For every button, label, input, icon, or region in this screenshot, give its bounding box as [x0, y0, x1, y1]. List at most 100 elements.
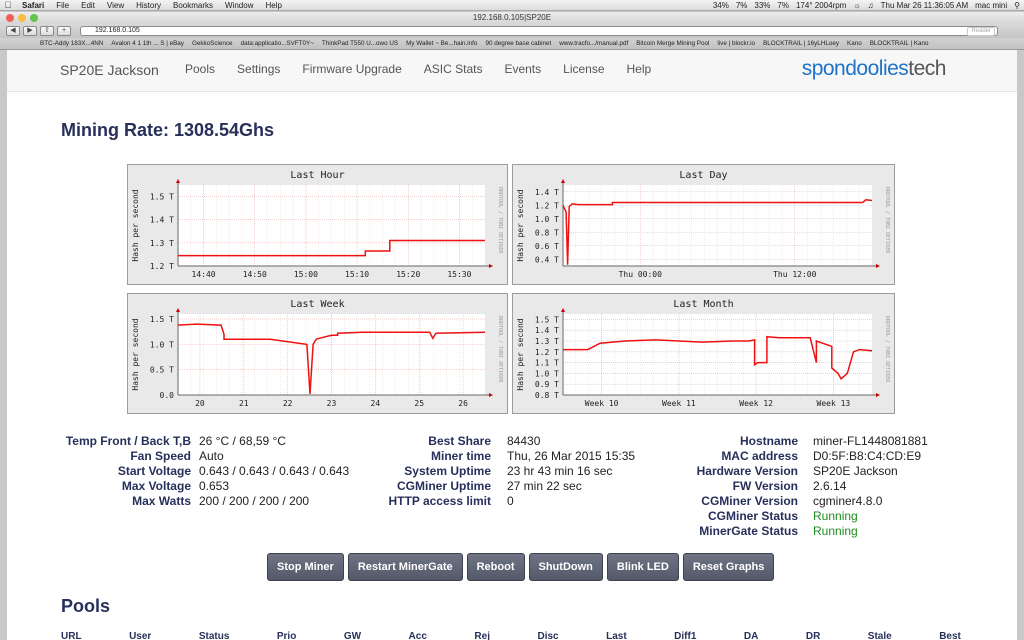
nav-settings[interactable]: Settings — [237, 62, 280, 76]
bookmark-item[interactable]: live | blockr.io — [713, 40, 759, 47]
address-bar[interactable]: 192.168.0.105 Reader — [80, 26, 998, 36]
y-tick-label: 1.4 T — [535, 188, 559, 197]
shutdown-button[interactable]: ShutDown — [528, 553, 603, 581]
menu-file[interactable]: File — [50, 1, 75, 10]
bookmark-item[interactable]: www.tracfo.../manual.pdf — [555, 40, 632, 47]
pools-col-disc: Disc — [537, 631, 559, 640]
bookmark-item[interactable]: BLOCKTRAIL | 16yLHLoey — [759, 40, 843, 47]
nav-asic-stats[interactable]: ASIC Stats — [424, 62, 483, 76]
pools-col-best: Best — [939, 631, 961, 640]
nav-license[interactable]: License — [563, 62, 604, 76]
temp-fan-stat[interactable]: 174° 2004rpm — [796, 1, 846, 10]
graph-last-week: Last Week Hash per second RRDTOOL / TOBI O… — [127, 293, 508, 414]
menu-window[interactable]: Window — [219, 1, 259, 10]
zoom-window-icon[interactable] — [30, 14, 38, 22]
pools-col-prio: Prio — [276, 631, 297, 640]
rrdtool-credit: RRDTOOL / TOBI OETIKER — [884, 187, 890, 254]
brand-link[interactable]: SP20E Jackson — [60, 62, 159, 78]
reset-graphs-button[interactable]: Reset Graphs — [682, 553, 775, 581]
bookmark-item[interactable]: 90 degree base cabinet — [481, 40, 555, 47]
cgminer-version-value: cgminer4.8.0 — [813, 494, 883, 508]
pools-col-user: User — [129, 631, 152, 640]
close-window-icon[interactable] — [6, 14, 14, 22]
minimize-window-icon[interactable] — [18, 14, 26, 22]
y-axis-arrow — [561, 308, 565, 312]
bookmark-item[interactable]: BLOCKTRAIL | Kano — [866, 40, 933, 47]
os-menubar:  Safari File Edit View History Bookmark… — [0, 0, 1024, 11]
bookmark-item[interactable]: ThinkPad T550 U...owo US — [318, 40, 402, 47]
y-tick-label: 1.0 T — [535, 369, 559, 378]
menu-view[interactable]: View — [101, 1, 130, 10]
y-tick-label: 1.2 T — [535, 348, 559, 357]
y-tick-label: 1.3 T — [150, 239, 174, 248]
bookmark-item[interactable]: Bitcoin Merge Mining Pool — [632, 40, 713, 47]
bookmark-item[interactable]: data:applicatio...SVFT0Y~ — [237, 40, 318, 47]
cpu-stat-1[interactable]: 34% — [713, 1, 729, 10]
y-axis-arrow — [176, 308, 180, 312]
start-voltage-value: 0.643 / 0.643 / 0.643 / 0.643 — [199, 464, 350, 478]
graph-svg: Last Hour Hash per second RRDTOOL / TOBI O… — [131, 170, 503, 279]
max-voltage-label: Max Voltage — [121, 479, 191, 493]
control-buttons: Stop Miner Restart MinerGate Reboot Shut… — [267, 553, 775, 581]
x-axis-arrow — [489, 393, 493, 397]
pools-col-gw: GW — [343, 631, 362, 640]
user-name[interactable]: mac mini — [975, 1, 1007, 10]
y-tick-label: 1.1 T — [535, 359, 559, 368]
forward-button[interactable]: ▶ — [23, 26, 37, 36]
menu-help[interactable]: Help — [259, 1, 287, 10]
spondoolies-logo: spondooliestech — [801, 57, 947, 81]
restart-minergate-button[interactable]: Restart MinerGate — [347, 553, 463, 581]
nav-events[interactable]: Events — [504, 62, 541, 76]
cpu-stat-4[interactable]: 7% — [777, 1, 789, 10]
best-share-label: Best Share — [428, 434, 491, 448]
x-tick-label: 14:40 — [192, 270, 216, 279]
bookmark-item[interactable]: Avalon 4 1 1th ... S | eBay — [107, 40, 188, 47]
cpu-stat-3[interactable]: 33% — [754, 1, 770, 10]
graph-title: Last Hour — [290, 170, 344, 181]
volume-icon[interactable]: ♫ — [868, 1, 874, 10]
spotlight-icon[interactable]: ⚲ — [1014, 1, 1020, 10]
back-button[interactable]: ◀ — [6, 26, 20, 36]
bookmark-item[interactable]: GekkoScience — [188, 40, 237, 47]
bookmark-item[interactable]: My Wallet ~ Be...hain.info — [402, 40, 481, 47]
y-tick-label: 0.0 — [160, 391, 175, 400]
share-button[interactable]: ⇧ — [40, 26, 54, 36]
miner-time-label: Miner time — [430, 449, 491, 463]
reboot-button[interactable]: Reboot — [466, 553, 525, 581]
new-tab-button[interactable]: + — [57, 26, 71, 36]
x-tick-label: 14:50 — [243, 270, 267, 279]
url-text[interactable]: 192.168.0.105 — [95, 27, 140, 34]
y-tick-label: 1.5 T — [150, 315, 174, 324]
menu-history[interactable]: History — [130, 1, 167, 10]
stop-miner-button[interactable]: Stop Miner — [267, 553, 344, 581]
web-page: SP20E Jackson Pools Settings Firmware Up… — [7, 50, 1017, 640]
x-tick-label: 15:10 — [345, 270, 369, 279]
blink-led-button[interactable]: Blink LED — [606, 553, 679, 581]
nav-pools[interactable]: Pools — [185, 62, 215, 76]
nav-links: Pools Settings Firmware Upgrade ASIC Sta… — [185, 62, 673, 76]
y-tick-label: 1.0 T — [535, 215, 559, 224]
apple-menu-icon[interactable]:  — [0, 0, 16, 10]
logo-part-1: spondoolies — [801, 57, 909, 80]
nav-help[interactable]: Help — [627, 62, 652, 76]
minergate-status-value: Running — [813, 524, 858, 538]
reader-button[interactable]: Reader — [967, 27, 995, 36]
best-share-value: 84430 — [507, 434, 541, 448]
rrdtool-credit: RRDTOOL / TOBI OETIKER — [497, 187, 503, 254]
bookmark-item[interactable]: BTC-Addy 183X...4NN — [36, 40, 107, 47]
start-voltage-label: Start Voltage — [117, 464, 191, 478]
y-tick-label: 0.8 T — [535, 391, 559, 400]
bookmark-item[interactable]: Kano — [843, 40, 866, 47]
x-axis-arrow — [876, 393, 880, 397]
cpu-stat-2[interactable]: 7% — [736, 1, 748, 10]
nav-firmware-upgrade[interactable]: Firmware Upgrade — [302, 62, 401, 76]
clock[interactable]: Thu Mar 26 11:36:05 AM — [881, 1, 968, 10]
wifi-icon[interactable]: ☼ — [853, 1, 860, 10]
menu-edit[interactable]: Edit — [75, 1, 101, 10]
menu-bookmarks[interactable]: Bookmarks — [167, 1, 219, 10]
max-watts-label: Max Watts — [132, 494, 191, 508]
mining-rate-heading: Mining Rate: 1308.54Ghs — [61, 120, 275, 140]
minergate-status-label: MinerGate Status — [699, 524, 798, 538]
menu-app-safari[interactable]: Safari — [16, 1, 50, 10]
graph-last-month: Last Month Hash per second RRDTOOL / TOBI … — [512, 293, 895, 414]
